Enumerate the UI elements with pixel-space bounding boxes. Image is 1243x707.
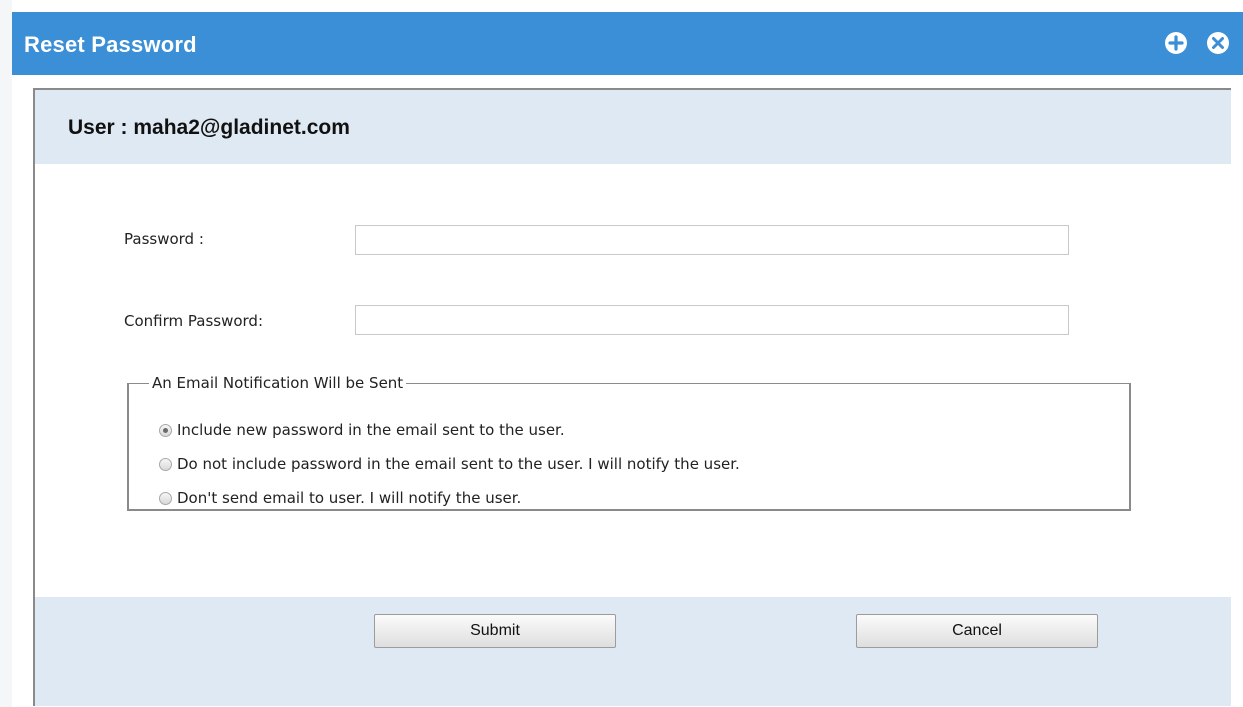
radio-no-email[interactable]: Don't send email to user. I will notify … [159, 487, 521, 509]
cancel-button[interactable]: Cancel [856, 614, 1098, 648]
dialog-footer: Submit Cancel [35, 597, 1231, 706]
radio-exclude-password-label: Do not include password in the email sen… [177, 455, 740, 473]
radio-include-password-label: Include new password in the email sent t… [177, 421, 565, 439]
dialog-titlebar[interactable]: Reset Password [12, 12, 1243, 75]
close-circle-icon[interactable] [1206, 31, 1230, 55]
password-label: Password : [124, 230, 204, 248]
email-notification-legend: An Email Notification Will be Sent [152, 374, 404, 392]
user-header-band: User : maha2@gladinet.com [35, 90, 1231, 164]
radio-no-email-label: Don't send email to user. I will notify … [177, 489, 522, 507]
radio-button-icon[interactable] [159, 457, 172, 471]
plus-circle-icon[interactable] [1164, 31, 1188, 55]
email-notification-group: An Email Notification Will be Sent Inclu… [127, 374, 1131, 511]
reset-password-dialog: Reset Password User : maha2@gladinet.com… [12, 12, 1243, 707]
radio-include-password[interactable]: Include new password in the email sent t… [159, 419, 565, 441]
submit-button[interactable]: Submit [374, 614, 616, 648]
radio-exclude-password[interactable]: Do not include password in the email sen… [159, 453, 740, 475]
background-page-edge [0, 0, 12, 707]
user-email-label: User : maha2@gladinet.com [68, 116, 350, 139]
dialog-content-frame: User : maha2@gladinet.com Password : Con… [33, 88, 1231, 706]
dialog-title: Reset Password [24, 32, 197, 57]
confirm-password-field[interactable] [355, 305, 1069, 335]
confirm-password-label: Confirm Password: [124, 312, 264, 330]
password-field[interactable] [355, 225, 1069, 255]
radio-button-icon[interactable] [159, 423, 172, 437]
radio-button-icon[interactable] [159, 491, 172, 505]
